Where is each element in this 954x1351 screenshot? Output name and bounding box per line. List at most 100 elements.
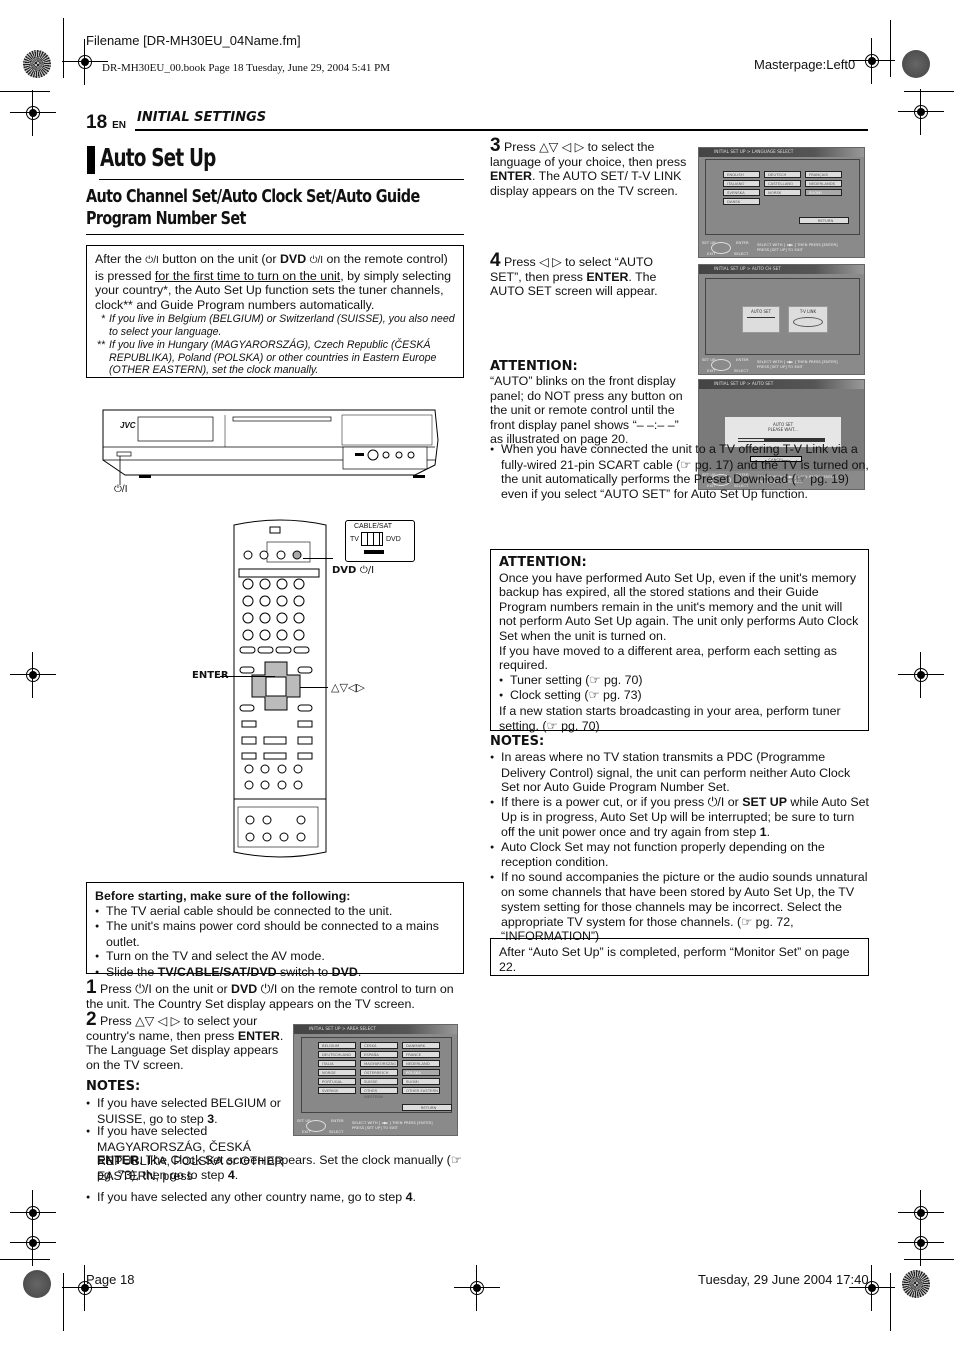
subtitle-rule <box>86 234 464 235</box>
before-item: Turn on the TV and select the AV mode. <box>95 949 455 965</box>
callout-arrows: △▽◁▷ <box>331 682 365 694</box>
footer-date: Tuesday, 29 June 2004 17:40 <box>698 1272 869 1287</box>
note-item: If there is a power cut, or if you press… <box>490 795 870 840</box>
screen-option[interactable]: ITALIA <box>318 1060 356 1067</box>
screen-option[interactable]: PORTUGAL <box>318 1078 356 1085</box>
screen-option[interactable]: OTHER WESTERN <box>360 1087 398 1099</box>
screen-option[interactable]: NORSK <box>764 189 801 196</box>
area-select-screen: INITIAL SET UP > AREA SELECT BELGIUM ČESK… <box>293 1024 458 1136</box>
page-title: Auto Set Up <box>100 143 216 172</box>
screen-option[interactable]: FRANCE <box>402 1051 440 1058</box>
intro-box: After the ⏻/I button on the unit (or DVD… <box>86 245 464 378</box>
crop-line <box>0 91 50 92</box>
screen-option[interactable]: ČESKÁ <box>360 1042 398 1049</box>
crop-line <box>63 1273 64 1331</box>
switch-callout: CABLE/SAT TV DVD <box>345 520 415 562</box>
screen-option[interactable]: SUISSE <box>360 1078 398 1085</box>
screen-option[interactable]: BELGIUM <box>318 1042 356 1049</box>
screen-option[interactable]: POLSKA <box>402 1069 440 1076</box>
tuner-setting-link[interactable]: Tuner setting (☞ pg. 70) <box>499 673 860 689</box>
title-bar <box>87 146 95 174</box>
screen-title: INITIAL SET UP > AREA SELECT <box>294 1025 457 1034</box>
callout-line <box>303 558 333 559</box>
notes-left-top: If you have selected BELGIUM or SUISSE, … <box>86 1096 281 1126</box>
language-code: EN <box>112 120 127 131</box>
screen-option[interactable]: DEUTSCHLAND <box>318 1051 356 1058</box>
registration-mark <box>62 39 108 85</box>
switch-label: CABLE/SAT <box>354 523 392 530</box>
registration-mark <box>10 1190 56 1236</box>
power-icon: ⏻/I <box>309 255 324 266</box>
dvd-recorder-illustration <box>102 409 439 485</box>
note-item: If you have selected any other country n… <box>86 1190 466 1206</box>
screen-option[interactable]: SUOMI <box>805 189 842 196</box>
crop-line <box>890 1273 891 1331</box>
registration-disk <box>23 1270 51 1298</box>
section-title: INITIAL SETTINGS <box>137 110 267 125</box>
screen-footer: SET UP ENTER EXIT SELECT SELECT WITH [ ◂… <box>699 356 864 374</box>
footnote-2: ** If you live in Hungary (MAGYARORSZÁG),… <box>96 339 437 377</box>
return-button[interactable]: RETURN <box>799 217 849 224</box>
note-cont: ENTER. The Clock Set screen appears. Set… <box>97 1153 462 1182</box>
monitor-set-box: After “Auto Set Up” is completed, perfor… <box>490 938 869 976</box>
screen-option[interactable]: OTHER EASTERN <box>402 1087 440 1094</box>
screen-option[interactable]: SVERIGE <box>318 1087 356 1094</box>
power-icon: ⏻/I <box>145 255 159 266</box>
screen-option[interactable]: MAGYARORSZÁG <box>360 1060 398 1067</box>
remote-control-illustration <box>233 519 327 858</box>
attention-paragraph: Once you have performed Auto Set Up, eve… <box>499 570 859 643</box>
screen-option[interactable]: SVENSKA <box>723 189 760 196</box>
title-rule <box>99 179 464 180</box>
screen-option[interactable]: ÖSTERREICH <box>360 1069 398 1076</box>
screen-option[interactable]: FRANÇAIS <box>805 171 842 178</box>
tv-cable-dvd-switch[interactable] <box>361 532 383 546</box>
screen-option[interactable]: DANMARK <box>402 1042 440 1049</box>
attention-box: ATTENTION: Once you have performed Auto … <box>490 549 869 733</box>
screen-option[interactable]: DEUTSCH <box>764 171 801 178</box>
crop-line <box>904 1259 954 1260</box>
screen-title: INITIAL SET UP > AUTO CH SET <box>699 265 864 274</box>
registration-mark <box>10 1220 56 1266</box>
screen-option[interactable]: ENGLISH <box>723 171 760 178</box>
page-header: 18 EN <box>86 112 126 134</box>
notes-left-heading: NOTES: <box>86 1079 141 1094</box>
screen-footer: SET UP ENTER EXIT SELECT SELECT WITH [ ◂… <box>699 239 864 257</box>
attention-heading: ATTENTION: <box>490 359 578 374</box>
screen-option[interactable]: NORGE <box>318 1069 356 1076</box>
screen-option[interactable]: NEDERLAND <box>402 1060 440 1067</box>
page-number: 18 <box>86 112 108 133</box>
screen-title: INITIAL SET UP > LANGUAGE SELECT <box>699 148 864 157</box>
language-options-panel: ENGLISH DEUTSCH FRANÇAIS ITALIANO CASTELLANO… <box>705 159 860 235</box>
note-item-continued: ENTER. The Clock Set screen appears. Set… <box>97 1153 467 1182</box>
return-button[interactable]: RETURN <box>402 1104 452 1111</box>
registration-mark <box>898 89 944 135</box>
screen-option[interactable]: CASTELLANO <box>764 180 801 187</box>
registration-mark <box>898 652 944 698</box>
screen-option[interactable]: DANSK <box>723 198 760 205</box>
filename-label: Filename [DR-MH30EU_04Name.fm] <box>86 33 301 48</box>
registration-disk <box>902 50 930 78</box>
screen-option[interactable]: ITALIANO <box>723 180 760 187</box>
screen-title: INITIAL SET UP > AUTO SET <box>699 380 864 389</box>
header-rule <box>135 129 868 131</box>
before-starting-box: Before starting, make sure of the follow… <box>86 882 464 979</box>
callout-line <box>300 687 328 688</box>
registration-mark <box>10 90 56 136</box>
crop-line <box>63 18 64 78</box>
masterpage-label: Masterpage:Left0 <box>754 57 856 72</box>
clock-setting-link[interactable]: Clock setting (☞ pg. 73) <box>499 688 860 704</box>
registration-mark <box>849 1265 895 1311</box>
screen-option[interactable]: SUOMI <box>402 1078 440 1085</box>
note-item: If no sound accompanies the picture or t… <box>490 870 870 944</box>
intro-paragraph: After the ⏻/I button on the unit (or DVD… <box>95 252 452 312</box>
book-line: DR-MH30EU_00.book Page 18 Tuesday, June … <box>102 62 391 74</box>
step-1: 1 Press ⏻/I on the unit or DVD ⏻/I on th… <box>86 977 454 1011</box>
jvc-logo: JVC <box>120 421 136 430</box>
screen-option[interactable]: NEDERLANDS <box>805 180 842 187</box>
before-item: The unit's mains power cord should be co… <box>95 919 455 949</box>
before-heading: Before starting, make sure of the follow… <box>95 889 351 903</box>
auto-set-option[interactable]: AUTO SET <box>742 306 780 333</box>
tv-link-option[interactable]: T-V LINK <box>788 306 828 333</box>
registration-mark <box>898 1220 944 1266</box>
screen-option[interactable]: ESPAÑA <box>360 1051 398 1058</box>
